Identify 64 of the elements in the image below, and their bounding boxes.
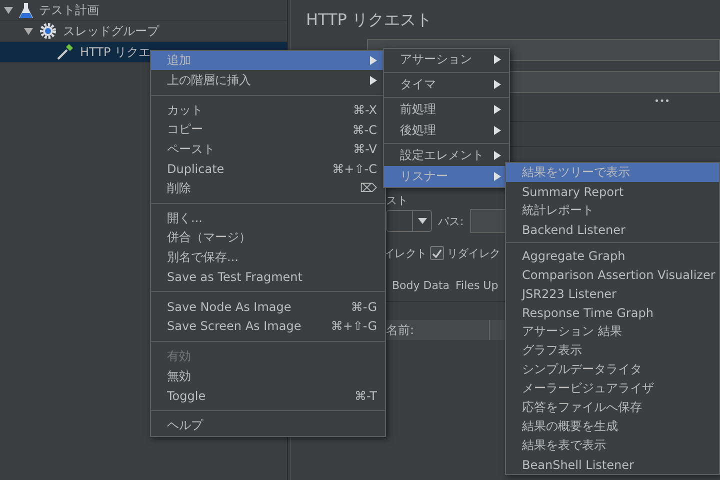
- flask-icon: [19, 2, 33, 18]
- menu-item[interactable]: Aggregate Graph: [506, 246, 719, 265]
- menu-item[interactable]: 後処理: [384, 120, 509, 141]
- menu-item[interactable]: Toggle ⌘-T: [151, 386, 385, 406]
- gear-icon: [39, 22, 57, 40]
- checkbox-label: リダイレク: [446, 246, 500, 260]
- menu-item[interactable]: 結果を表で表示: [506, 436, 719, 455]
- redirect-label: イレクト: [384, 246, 427, 260]
- menu-item[interactable]: シンプルデータライタ: [506, 360, 719, 379]
- menu-item[interactable]: ペースト ⌘-V: [151, 140, 385, 159]
- more-button[interactable]: •••: [654, 97, 670, 107]
- menu-item[interactable]: 応答をファイルへ保存: [506, 398, 719, 417]
- menu-item[interactable]: 前処理: [384, 99, 509, 120]
- shortcut-label: ⌘-X: [353, 103, 377, 118]
- tree-item-label: スレッドグループ: [63, 22, 159, 40]
- column-header: 名前:: [386, 322, 414, 338]
- shortcut-label: ⌘+⇧-C: [332, 162, 377, 176]
- shortcut-label: ⌘-G: [350, 300, 377, 314]
- menu-item[interactable]: 開く...: [151, 208, 385, 228]
- menu-item[interactable]: コピー ⌘-C: [151, 120, 385, 140]
- menu-item[interactable]: Summary Report: [506, 182, 719, 201]
- menu-item[interactable]: 結果の概要を生成: [506, 417, 719, 436]
- path-label: パス:: [438, 214, 464, 228]
- menu-item[interactable]: BeanShell Listener: [506, 455, 719, 474]
- menu-item[interactable]: Comparison Assertion Visualizer: [506, 265, 719, 284]
- expand-triangle-icon[interactable]: [24, 28, 33, 34]
- menu-item[interactable]: アサーション: [384, 49, 509, 70]
- expand-triangle-icon[interactable]: [4, 6, 13, 14]
- check-icon: [432, 248, 442, 258]
- menu-item[interactable]: 無効: [151, 366, 385, 386]
- menu-item[interactable]: Save Screen As Image ⌘+⇧-G: [151, 316, 385, 336]
- menu-item[interactable]: 削除 ⌦: [151, 178, 385, 198]
- menu-item[interactable]: 統計レポート: [506, 201, 719, 220]
- menu-item[interactable]: Duplicate ⌘+⇧-C: [151, 158, 385, 178]
- shortcut-label: ⌦: [360, 181, 377, 196]
- menu-item[interactable]: 併合（マージ）: [151, 228, 385, 248]
- shortcut-label: ⌘-C: [352, 122, 377, 137]
- shortcut-label: ⌘-T: [354, 388, 377, 403]
- menu-item[interactable]: Save as Test Fragment: [151, 266, 385, 286]
- dropdown-arrow-icon: [418, 218, 426, 224]
- menu-item[interactable]: アサーション 結果: [506, 322, 719, 341]
- menu-item[interactable]: カット ⌘-X: [151, 100, 385, 120]
- menu-item[interactable]: JSR223 Listener: [506, 284, 719, 303]
- menu-item[interactable]: Backend Listener: [506, 220, 719, 239]
- menu-item[interactable]: Response Time Graph: [506, 303, 719, 322]
- menu-item[interactable]: 別名で保存...: [151, 248, 385, 267]
- shortcut-label: ⌘+⇧-G: [330, 319, 377, 334]
- shortcut-label: ⌘-V: [353, 142, 377, 156]
- menu-item[interactable]: メーラービジュアライザ: [506, 379, 719, 398]
- menu-item[interactable]: タイマ: [384, 74, 509, 95]
- menu-item[interactable]: 設定エレメント: [384, 145, 509, 166]
- tab[interactable]: Files Up: [456, 278, 498, 292]
- checkbox[interactable]: [430, 246, 444, 260]
- section-label: スト: [386, 192, 408, 208]
- pipette-icon: [56, 43, 74, 61]
- menu-item[interactable]: 上の階層に挿入: [151, 70, 385, 90]
- panel-title: HTTP リクエスト: [305, 9, 434, 31]
- tree-item-label: HTTP リクエ: [80, 44, 151, 60]
- menu-item[interactable]: グラフ表示: [506, 341, 719, 360]
- menu-item[interactable]: ヘルプ: [151, 416, 385, 436]
- tree-item-label: テスト計画: [39, 2, 99, 18]
- tab[interactable]: Body Data: [392, 278, 450, 292]
- menu-item[interactable]: Save Node As Image ⌘-G: [151, 297, 385, 317]
- tree-item[interactable]: テスト計画: [0, 0, 287, 21]
